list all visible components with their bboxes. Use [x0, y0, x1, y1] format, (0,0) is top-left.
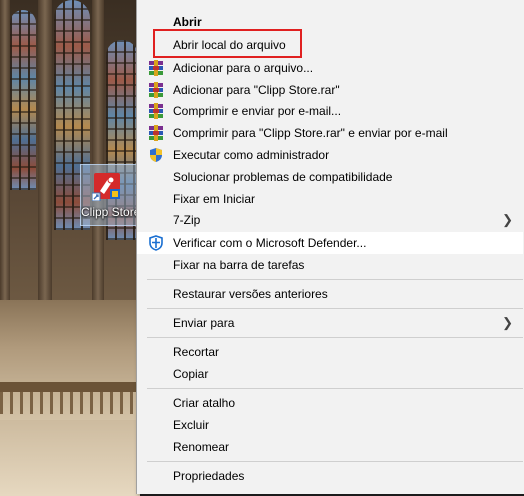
- menu-item-label: 7-Zip: [173, 213, 201, 227]
- menu-item-compress-and-email[interactable]: Comprimir e enviar por e-mail...: [137, 100, 523, 122]
- menu-item-open-file-location[interactable]: Abrir local do arquivo: [137, 34, 523, 56]
- menu-item-create-shortcut[interactable]: Criar atalho: [137, 392, 523, 414]
- menu-item-label: Abrir: [173, 15, 202, 29]
- wallpaper-rail-posts: [0, 392, 140, 414]
- menu-item-label: Comprimir para "Clipp Store.rar" e envia…: [173, 126, 448, 140]
- defender-icon: [149, 235, 163, 251]
- menu-item-label: Excluir: [173, 418, 210, 432]
- chevron-right-icon: ❯: [502, 212, 513, 227]
- menu-item-label: Adicionar para "Clipp Store.rar": [173, 83, 340, 97]
- desktop-shortcut-clipp-store[interactable]: Clipp Store: [80, 164, 141, 226]
- menu-item-label: Fixar na barra de tarefas: [173, 258, 305, 272]
- wallpaper-rail: [0, 382, 140, 392]
- menu-item-restore-previous-versions[interactable]: Restaurar versões anteriores: [137, 283, 523, 305]
- menu-item-open[interactable]: Abrir: [137, 11, 523, 33]
- menu-separator: [147, 308, 523, 309]
- winrar-icon: [149, 103, 163, 119]
- wallpaper-floor: [0, 420, 140, 496]
- menu-item-label: Adicionar para o arquivo...: [173, 61, 314, 75]
- context-menu: Abrir Abrir local do arquivo Adicionar p…: [136, 0, 524, 494]
- desktop-icon-label: Clipp Store: [81, 205, 141, 219]
- winrar-icon: [149, 125, 163, 141]
- menu-separator: [147, 279, 523, 280]
- menu-separator: [147, 461, 523, 462]
- menu-separator: [147, 337, 523, 338]
- wallpaper-pillar: [0, 0, 10, 330]
- menu-item-label: Abrir local do arquivo: [173, 38, 286, 52]
- menu-item-label: Copiar: [173, 367, 209, 381]
- menu-item-properties[interactable]: Propriedades: [137, 465, 523, 487]
- menu-item-delete[interactable]: Excluir: [137, 414, 523, 436]
- wallpaper-pillar: [38, 0, 52, 330]
- menu-item-label: Criar atalho: [173, 396, 236, 410]
- menu-item-label: Comprimir e enviar por e-mail...: [173, 104, 342, 118]
- menu-item-label: Recortar: [173, 345, 220, 359]
- menu-item-pin-to-start[interactable]: Fixar em Iniciar: [137, 188, 523, 210]
- menu-item-pin-to-taskbar[interactable]: Fixar na barra de tarefas: [137, 254, 523, 276]
- chevron-right-icon: ❯: [502, 315, 513, 330]
- menu-item-label: Solucionar problemas de compatibilidade: [173, 170, 393, 184]
- menu-item-scan-with-defender[interactable]: Verificar com o Microsoft Defender...: [137, 232, 523, 254]
- menu-item-cut[interactable]: Recortar: [137, 341, 523, 363]
- menu-item-label: Executar como administrador: [173, 148, 330, 162]
- menu-item-send-to[interactable]: Enviar para ❯: [137, 312, 523, 334]
- menu-item-add-to-clipp-store-rar[interactable]: Adicionar para "Clipp Store.rar": [137, 79, 523, 101]
- menu-item-run-as-administrator[interactable]: Executar como administrador: [137, 144, 523, 166]
- uac-shield-icon: [150, 148, 162, 162]
- winrar-icon: [149, 82, 163, 98]
- menu-item-rename[interactable]: Renomear: [137, 436, 523, 458]
- menu-item-7zip[interactable]: 7-Zip ❯: [137, 209, 523, 231]
- menu-item-compress-to-rar-and-email[interactable]: Comprimir para "Clipp Store.rar" e envia…: [137, 122, 523, 144]
- menu-item-label: Fixar em Iniciar: [173, 192, 256, 206]
- menu-item-add-to-archive[interactable]: Adicionar para o arquivo...: [137, 57, 523, 79]
- menu-item-label: Renomear: [173, 440, 230, 454]
- menu-item-label: Enviar para: [173, 316, 235, 330]
- menu-item-label: Propriedades: [173, 469, 245, 483]
- menu-item-label: Restaurar versões anteriores: [173, 287, 328, 301]
- menu-item-label: Verificar com o Microsoft Defender...: [173, 236, 367, 250]
- clipp-store-app-icon: [92, 173, 120, 201]
- desktop-wallpaper: [0, 0, 140, 496]
- menu-separator: [147, 388, 523, 389]
- winrar-icon: [149, 60, 163, 76]
- stained-glass-window: [10, 10, 36, 190]
- menu-item-copy[interactable]: Copiar: [137, 363, 523, 385]
- menu-item-troubleshoot-compatibility[interactable]: Solucionar problemas de compatibilidade: [137, 166, 523, 188]
